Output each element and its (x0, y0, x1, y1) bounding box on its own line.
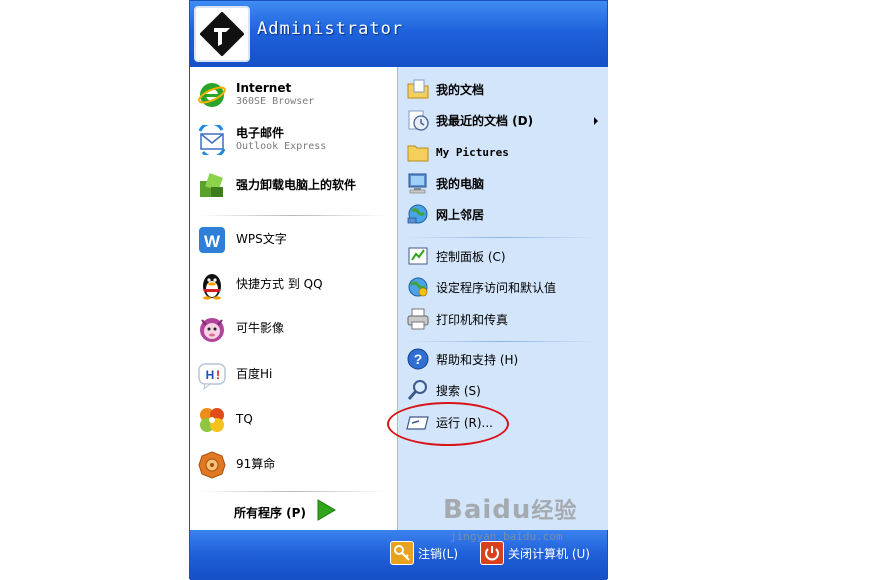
control-panel-icon (406, 244, 430, 268)
all-programs-button[interactable]: 所有程序 (P) (234, 499, 336, 525)
recent-item-label: 91算命 (236, 457, 276, 472)
recent-item-fortune[interactable]: 91算命 (196, 449, 275, 481)
tool-label: 帮助和支持 (H) (436, 352, 519, 367)
recent-item-uninstaller[interactable]: 强力卸载电脑上的软件 (196, 170, 356, 202)
watermark-url: jingyan.baidu.com (450, 530, 563, 543)
key-icon (390, 541, 414, 565)
tool-help[interactable]: ? 帮助和支持 (H) (406, 347, 518, 371)
start-menu-header: Administrator (190, 1, 607, 67)
pinned-email-sub: Outlook Express (236, 141, 327, 153)
place-network[interactable]: 网上邻居 (406, 202, 484, 226)
logoff-button[interactable]: 注销(L) (390, 541, 458, 565)
recent-item-label: WPS文字 (236, 232, 287, 247)
search-icon (406, 378, 430, 402)
power-icon (480, 541, 504, 565)
green-arrow-icon (316, 499, 336, 525)
help-icon: ? (406, 347, 430, 371)
submenu-arrow-icon (594, 117, 598, 125)
wps-icon: W (196, 224, 228, 256)
pinned-email-label: 电子邮件 (236, 126, 285, 141)
fortune-icon (196, 449, 228, 481)
place-label: 我最近的文档 (D) (436, 113, 534, 128)
recent-documents-icon (406, 108, 430, 132)
recent-item-tq[interactable]: TQ (196, 404, 253, 436)
svg-text:W: W (204, 232, 221, 251)
recent-item-label: 可牛影像 (236, 321, 285, 336)
system-printers[interactable]: 打印机和传真 (406, 307, 508, 331)
baidu-watermark: Baidu经验 (443, 495, 578, 525)
right-separator-2 (406, 341, 596, 342)
shutdown-label: 关闭计算机 (U) (508, 546, 590, 561)
tq-icon (196, 404, 228, 436)
run-highlight-circle (387, 402, 509, 446)
left-separator (198, 215, 388, 216)
place-my-documents[interactable]: 我的文档 (406, 77, 484, 101)
tool-label: 搜索 (S) (436, 383, 481, 398)
user-name: Administrator (257, 19, 404, 39)
pinned-internet-label: Internet (236, 81, 292, 96)
system-label: 控制面板 (C) (436, 249, 506, 264)
user-avatar[interactable] (194, 6, 250, 62)
left-pane: Internet 360SE Browser 电子邮件 Outlook Expr… (190, 67, 397, 530)
svg-text:?: ? (414, 351, 423, 367)
baidu-hi-icon: H ! (196, 359, 228, 391)
qq-penguin-icon (196, 269, 228, 301)
tool-search[interactable]: 搜索 (S) (406, 378, 481, 402)
right-pane: 我的文档 我最近的文档 (D) My Pictures 我的电脑 网上邻居 控制… (397, 67, 608, 530)
pinned-internet[interactable]: Internet 360SE Browser (196, 79, 314, 111)
recent-item-wps[interactable]: W WPS文字 (196, 224, 287, 256)
svg-text:!: ! (216, 368, 220, 382)
user-avatar-icon (200, 12, 244, 56)
system-label: 设定程序访问和默认值 (436, 280, 557, 295)
recent-item-keniu[interactable]: 可牛影像 (196, 313, 284, 345)
uninstaller-icon (196, 170, 228, 202)
all-programs-label: 所有程序 (P) (234, 505, 306, 520)
program-defaults-icon (406, 275, 430, 299)
my-computer-icon (406, 171, 430, 195)
left-separator-bottom (198, 491, 388, 492)
my-documents-icon (406, 77, 430, 101)
pinned-email[interactable]: 电子邮件 Outlook Express (196, 124, 326, 156)
recent-item-baiduhi[interactable]: H ! 百度Hi (196, 359, 272, 391)
right-separator (406, 237, 596, 238)
recent-item-label: TQ (236, 412, 253, 427)
keniu-image-icon (196, 313, 228, 345)
recent-item-label: 快捷方式 到 QQ (236, 277, 323, 292)
system-control-panel[interactable]: 控制面板 (C) (406, 244, 506, 268)
printer-icon (406, 307, 430, 331)
my-pictures-icon (406, 140, 430, 164)
outlook-icon (196, 124, 228, 156)
shutdown-button[interactable]: 关闭计算机 (U) (480, 541, 590, 565)
network-places-icon (406, 202, 430, 226)
place-label: 我的电脑 (436, 176, 485, 191)
place-label: 我的文档 (436, 82, 485, 97)
system-label: 打印机和传真 (436, 312, 509, 327)
recent-item-label: 强力卸载电脑上的软件 (236, 178, 357, 193)
place-label: 网上邻居 (436, 207, 485, 222)
recent-item-qq[interactable]: 快捷方式 到 QQ (196, 269, 323, 301)
place-my-computer[interactable]: 我的电脑 (406, 171, 484, 195)
pinned-internet-sub: 360SE Browser (236, 96, 315, 108)
place-my-pictures[interactable]: My Pictures (406, 140, 509, 164)
ie-browser-icon (196, 79, 228, 111)
svg-text:H: H (206, 368, 215, 382)
place-label: My Pictures (436, 145, 509, 159)
place-recent-documents[interactable]: 我最近的文档 (D) (406, 108, 533, 132)
system-program-defaults[interactable]: 设定程序访问和默认值 (406, 275, 556, 299)
logoff-label: 注销(L) (418, 546, 459, 561)
recent-item-label: 百度Hi (236, 367, 273, 382)
